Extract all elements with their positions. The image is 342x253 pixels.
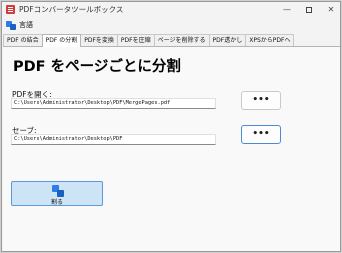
pdf-app-icon — [6, 5, 15, 14]
maximize-button[interactable] — [298, 2, 320, 18]
language-menu[interactable]: 言語 — [19, 20, 33, 30]
close-button[interactable]: ✕ — [320, 2, 340, 18]
app-window: PDFコンバータツールボックス — ✕ 言語 PDF の結合 PDF の分割 P… — [1, 1, 341, 252]
open-path-field[interactable]: C:\Users\Administrator\Desktop\PDF\Merge… — [11, 98, 216, 109]
tab-split-pdf[interactable]: PDF の分割 — [41, 34, 82, 47]
title-bar: PDFコンバータツールボックス — ✕ — [2, 2, 340, 18]
split-button-label: 割る — [50, 199, 63, 206]
menu-bar: 言語 — [2, 18, 340, 32]
save-path-field[interactable]: C:\Users\Administrator\Desktop\PDF — [11, 134, 216, 145]
maximize-icon — [306, 6, 312, 13]
split-button[interactable]: 割る — [11, 181, 103, 206]
split-tab-panel: PDF をページごとに分割 PDFを開く: C:\Users\Administr… — [3, 46, 340, 251]
page-title: PDF をページごとに分割 — [13, 59, 181, 75]
split-icon — [52, 185, 64, 197]
minimize-button[interactable]: — — [276, 2, 298, 18]
browse-save-button[interactable]: ••• — [241, 125, 281, 144]
browse-open-button[interactable]: ••• — [241, 91, 281, 110]
language-icon[interactable] — [6, 21, 16, 30]
window-title: PDFコンバータツールボックス — [19, 5, 124, 14]
